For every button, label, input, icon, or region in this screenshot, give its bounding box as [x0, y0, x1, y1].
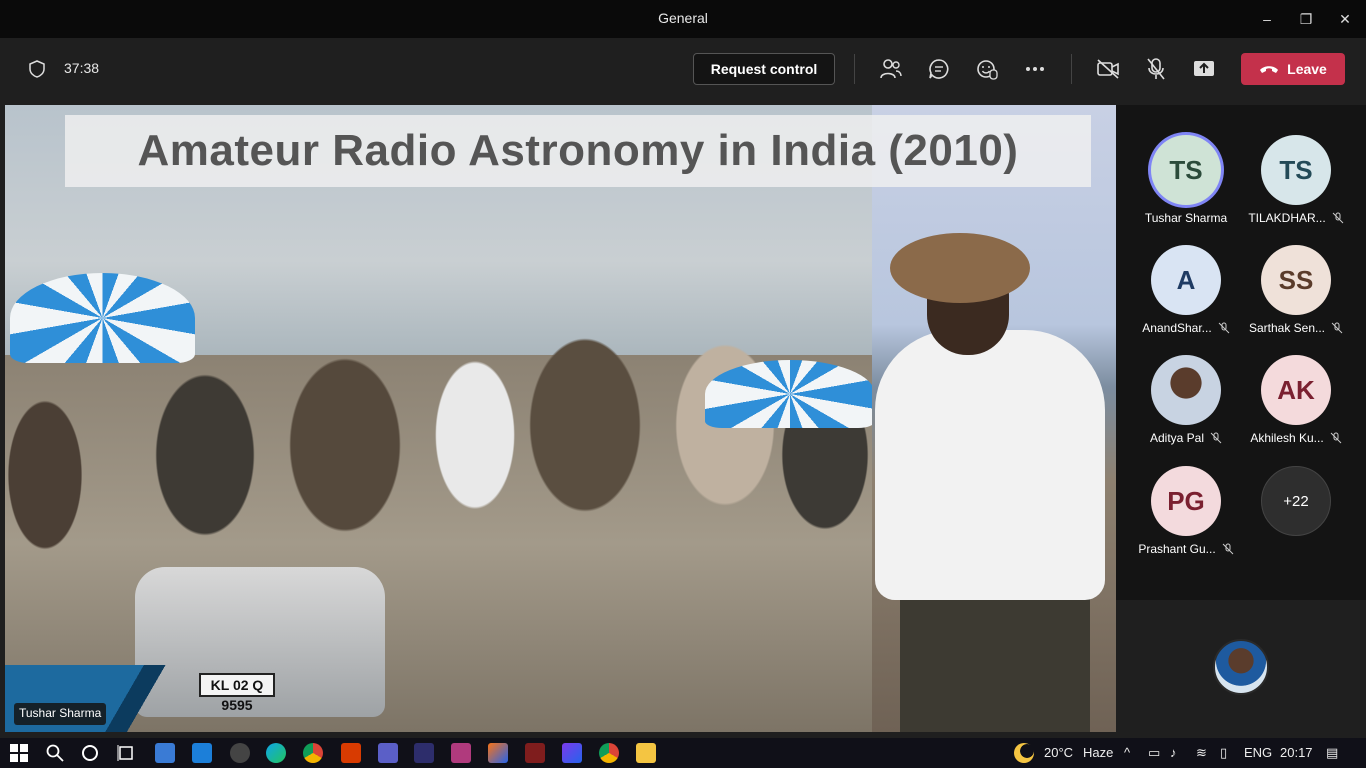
participant-name: Prashant Gu...: [1138, 542, 1216, 556]
microphone-off-icon[interactable]: [1143, 56, 1169, 82]
avatar: TS: [1151, 135, 1221, 205]
slide-title-banner: Amateur Radio Astronomy in India (2010): [65, 115, 1091, 187]
umbrella-right: [705, 360, 875, 428]
mic-muted-icon: [1218, 322, 1230, 334]
participant-tile[interactable]: A AnandShar...: [1126, 245, 1246, 335]
tray-chevron-up-icon[interactable]: ^: [1124, 745, 1130, 760]
meeting-toolbar: 37:38 Request control Leave: [0, 38, 1366, 100]
participant-tile[interactable]: AK Akhilesh Ku...: [1236, 355, 1356, 445]
task-view-icon[interactable]: [116, 743, 136, 763]
leave-label: Leave: [1287, 61, 1327, 77]
mic-muted-icon: [1210, 432, 1222, 444]
chrome-icon[interactable]: [599, 743, 619, 763]
pc-app-icon[interactable]: [155, 743, 175, 763]
media-player-icon[interactable]: [192, 743, 212, 763]
shield-icon: [29, 60, 45, 78]
participants-icon[interactable]: [878, 56, 904, 82]
avatar: AK: [1261, 355, 1331, 425]
avatar-photo: [1151, 355, 1221, 425]
toolbar-divider: [1071, 54, 1072, 84]
toolbar-divider: [854, 54, 855, 84]
reactions-icon[interactable]: [974, 56, 1000, 82]
participant-name: TILAKDHAR...: [1248, 211, 1326, 225]
meeting-timer: 37:38: [64, 60, 100, 76]
self-video-avatar[interactable]: [1213, 639, 1269, 695]
meet-now-icon[interactable]: ▭: [1148, 745, 1160, 761]
participant-tile[interactable]: PG Prashant Gu...: [1126, 466, 1246, 556]
more-options-icon[interactable]: [1022, 56, 1048, 82]
request-control-button[interactable]: Request control: [693, 53, 835, 85]
cortana-icon[interactable]: [80, 743, 100, 763]
search-icon[interactable]: [45, 743, 65, 763]
battery-icon[interactable]: ▯: [1220, 745, 1227, 761]
weather-desc[interactable]: Haze: [1083, 745, 1113, 760]
photo-presenter-hat: [890, 233, 1030, 303]
app-icon[interactable]: [414, 743, 434, 763]
app-icon[interactable]: [525, 743, 545, 763]
windows-taskbar: 20°C Haze ^ ▭ ♪ ≋ ▯ ENG 20:17 ▤: [0, 738, 1366, 768]
weather-temp[interactable]: 20°C: [1044, 745, 1073, 760]
participant-name: Akhilesh Ku...: [1250, 431, 1324, 445]
wifi-icon[interactable]: ≋: [1196, 745, 1207, 761]
weather-moon-icon: [1014, 743, 1034, 763]
chat-icon[interactable]: [926, 56, 952, 82]
leave-button[interactable]: Leave: [1241, 53, 1345, 85]
mic-muted-icon: [1331, 322, 1343, 334]
more-participants-button[interactable]: +22: [1236, 466, 1356, 536]
office-icon[interactable]: [341, 743, 361, 763]
participants-panel: TS Tushar Sharma TS TILAKDHAR... A Anand…: [1116, 105, 1366, 600]
teams-icon[interactable]: [378, 743, 398, 763]
umbrella-left: [10, 273, 195, 363]
participant-tile[interactable]: TS Tushar Sharma: [1126, 135, 1246, 225]
more-participants-count: +22: [1261, 466, 1331, 536]
slide-title: Amateur Radio Astronomy in India (2010): [137, 126, 1019, 175]
mic-muted-icon: [1330, 432, 1342, 444]
mic-muted-icon: [1222, 543, 1234, 555]
participant-name: Aditya Pal: [1149, 431, 1205, 445]
shared-screen: KL 02 Q9595 Amateur Radio Astronomy in I…: [5, 105, 1116, 732]
camera-off-icon[interactable]: [1095, 56, 1121, 82]
avatar: PG: [1151, 466, 1221, 536]
language-indicator[interactable]: ENG: [1244, 745, 1272, 760]
hang-up-icon: [1260, 66, 1279, 73]
avatar: SS: [1261, 245, 1331, 315]
matlab-icon[interactable]: [488, 743, 508, 763]
participant-tile[interactable]: TS TILAKDHAR...: [1236, 135, 1356, 225]
participant-name: Sarthak Sen...: [1248, 321, 1326, 335]
edge-browser-icon[interactable]: [266, 743, 286, 763]
obs-icon[interactable]: [230, 743, 250, 763]
windows-start-icon[interactable]: [9, 743, 29, 763]
photo-presenter-shirt: [875, 330, 1105, 600]
avatar: A: [1151, 245, 1221, 315]
volume-icon[interactable]: ♪: [1170, 745, 1177, 760]
participant-tile[interactable]: Aditya Pal: [1126, 355, 1246, 445]
window-title-bar: General – ❐ ✕: [0, 0, 1366, 38]
app-icon[interactable]: [451, 743, 471, 763]
file-explorer-icon[interactable]: [636, 743, 656, 763]
window-title: General: [658, 10, 708, 26]
avatar: TS: [1261, 135, 1331, 205]
app-icon[interactable]: [562, 743, 582, 763]
chrome-icon[interactable]: [303, 743, 323, 763]
share-screen-icon[interactable]: [1191, 56, 1217, 82]
presenter-name-label: Tushar Sharma: [14, 703, 107, 725]
participant-name: AnandShar...: [1142, 321, 1212, 335]
clock[interactable]: 20:17: [1280, 745, 1313, 760]
participant-tile[interactable]: SS Sarthak Sen...: [1236, 245, 1356, 335]
close-window-button[interactable]: ✕: [1322, 0, 1366, 38]
mic-muted-icon: [1332, 212, 1344, 224]
participant-name: Tushar Sharma: [1144, 211, 1228, 225]
notifications-icon[interactable]: ▤: [1326, 745, 1338, 761]
